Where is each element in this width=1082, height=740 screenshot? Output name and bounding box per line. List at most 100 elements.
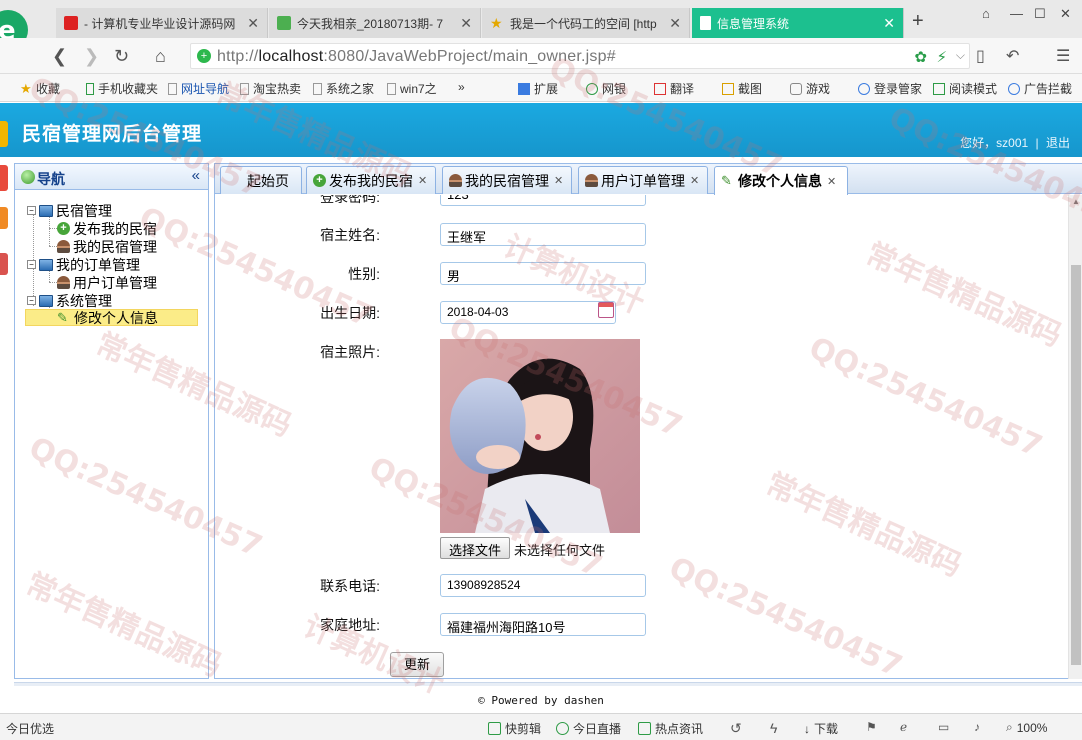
status-window-icon[interactable]: ▭ [938,720,949,734]
bookmark-win7[interactable]: win7之 [387,80,437,97]
tab-edit-profile[interactable]: ✎ 修改个人信息 ✕ [714,166,848,195]
status-volume-icon[interactable]: ♪ [974,720,980,734]
password-field[interactable]: 123 [440,195,646,206]
tree-item-publish-homestay[interactable]: + 发布我的民宿 [57,220,157,237]
tree-item-label: 修改个人信息 [74,309,158,326]
bookmark-xitong[interactable]: 系统之家 [313,80,374,97]
star-site-icon: ★ [490,15,503,31]
bookmark-favorites[interactable]: ★ 收藏 [20,80,60,97]
owner-name-field[interactable]: 王继军 [440,223,646,246]
phone-field[interactable]: 13908928524 [440,574,646,597]
extension-icon[interactable] [0,121,8,147]
toolbar-screenshot[interactable]: 截图 [722,80,762,97]
close-tab-icon[interactable]: ✕ [247,15,259,32]
logout-link[interactable]: 退出 [1046,136,1070,150]
forward-icon[interactable]: ❯ [84,46,99,67]
tree-item-edit-profile[interactable]: ✎ 修改个人信息 [25,309,198,326]
status-download[interactable]: ↓ 下载 [804,720,838,737]
close-tab-icon[interactable]: ✕ [669,15,681,32]
scrollbar-thumb[interactable] [1071,265,1081,665]
tab-home[interactable]: 起始页 [220,166,302,194]
address-toolbar: ❮ ❯ ↻ ⌂ + http://localhost:8080/JavaWebP… [0,38,1082,74]
browser-tab-3[interactable]: ★ 我是一个代码工的空间 [http ✕ [482,8,690,38]
birth-date-field[interactable]: 2018-04-03 [440,301,616,324]
tree-line [49,216,50,246]
reload-icon[interactable]: ↻ [114,46,129,67]
address-field[interactable]: 福建福州海阳路10号 [440,613,646,636]
tree-group-orders[interactable]: − 我的订单管理 [27,256,140,273]
extension-icon[interactable] [0,165,8,191]
browser-tab-active[interactable]: 信息管理系统 ✕ [692,8,904,38]
phone-icon[interactable]: ▯ [976,46,985,66]
profile-form: 登录密码: 123 宿主姓名: 王继军 性别: 男 出生日期: 2018-04-… [215,195,1069,679]
vertical-scrollbar[interactable]: ▲ [1068,195,1082,679]
tree-item-label: 发布我的民宿 [73,220,157,237]
bookmark-label: 扩展 [534,82,559,96]
tab-publish-homestay[interactable]: + 发布我的民宿 ✕ [306,166,436,194]
bookmark-taobao[interactable]: 淘宝热卖 [240,80,301,97]
close-tab-icon[interactable]: ✕ [418,174,427,187]
toolbar-translate[interactable]: 翻译 [654,80,694,97]
status-live[interactable]: 今日直播 [556,720,621,737]
status-history-icon[interactable]: ↺ [730,720,742,737]
status-quick-edit[interactable]: 快剪辑 [488,720,541,737]
tree-group-system[interactable]: − 系统管理 [27,292,112,309]
collapse-node-icon[interactable]: − [27,206,36,215]
shirt-skin-icon[interactable]: ⌂ [982,6,990,21]
update-button[interactable]: 更新 [390,652,444,677]
toolbar-login-manager[interactable]: 登录管家 [858,80,922,97]
status-flag-icon[interactable]: ⚑ [866,720,877,734]
close-tab-icon[interactable]: ✕ [883,15,895,32]
status-zoom[interactable]: ⌕ 100% [1006,720,1047,735]
minimize-icon[interactable]: — [1010,6,1023,21]
speed-icon[interactable]: ✿ [914,48,927,66]
toolbar-reading-mode[interactable]: 阅读模式 [933,80,997,97]
tree-group-homestay[interactable]: − 民宿管理 [27,202,112,219]
browser-tab-2[interactable]: 今天我相亲_20180713期- 7 ✕ [269,8,481,38]
gender-field[interactable]: 男 [440,262,646,285]
browser-tab-1[interactable]: - 计算机专业毕业设计源码网 ✕ [56,8,268,38]
dropdown-icon[interactable]: ⌵ [956,48,965,63]
tab-user-orders[interactable]: 用户订单管理 ✕ [578,166,708,194]
toolbar-bank[interactable]: 网银 [586,80,626,97]
scroll-up-icon[interactable]: ▲ [1072,197,1080,206]
bookmark-nav[interactable]: 网址导航 [168,80,229,97]
bookmark-mobile[interactable]: 手机收藏夹 [86,80,158,97]
calendar-icon[interactable] [598,302,614,318]
tree-item-user-orders[interactable]: 用户订单管理 [57,274,157,291]
close-tab-icon[interactable]: ✕ [554,174,563,187]
menu-icon[interactable]: ☰ [1056,46,1070,66]
toolbar-extensions[interactable]: 扩展 [518,80,558,97]
page-icon [168,82,177,95]
status-news[interactable]: 热点资讯 [638,720,703,737]
toolbar-games[interactable]: 游戏 [790,80,830,97]
tab-my-homestay[interactable]: 我的民宿管理 ✕ [442,166,572,194]
collapse-icon[interactable]: « [192,167,200,184]
status-today-picks[interactable]: 今日优选 [6,720,54,737]
url-input[interactable]: + http://localhost:8080/JavaWebProject/m… [190,43,970,69]
tree-line [49,246,57,247]
choose-file-button[interactable]: 选择文件 [440,537,511,559]
greeting-text: 您好，sz001 [960,136,1029,150]
maximize-icon[interactable]: ☐ [1034,6,1046,22]
collapse-node-icon[interactable]: − [27,260,36,269]
undo-icon[interactable]: ↶ [1006,46,1019,66]
tree-item-my-homestay[interactable]: 我的民宿管理 [57,238,157,255]
extension-icon[interactable] [0,253,8,275]
bookmark-more[interactable]: » [458,80,465,94]
home-icon[interactable]: ⌂ [155,46,166,67]
toolbar-adblock[interactable]: 广告拦截 [1008,80,1072,97]
status-ie-icon[interactable]: ℯ [900,720,907,734]
url-text: http://localhost:8080/JavaWebProject/mai… [217,48,616,65]
close-tab-icon[interactable]: ✕ [460,15,472,32]
close-window-icon[interactable]: ✕ [1060,6,1071,22]
close-tab-icon[interactable]: ✕ [690,174,699,187]
lightning-icon[interactable]: ⚡ [936,48,947,66]
close-tab-icon[interactable]: ✕ [827,175,836,188]
back-icon[interactable]: ❮ [52,46,67,67]
status-label: 今日直播 [573,722,622,736]
status-lightning-icon[interactable]: ϟ [770,720,777,736]
new-tab-button[interactable]: + [912,10,924,33]
extension-icon[interactable] [0,207,8,229]
collapse-node-icon[interactable]: − [27,296,36,305]
